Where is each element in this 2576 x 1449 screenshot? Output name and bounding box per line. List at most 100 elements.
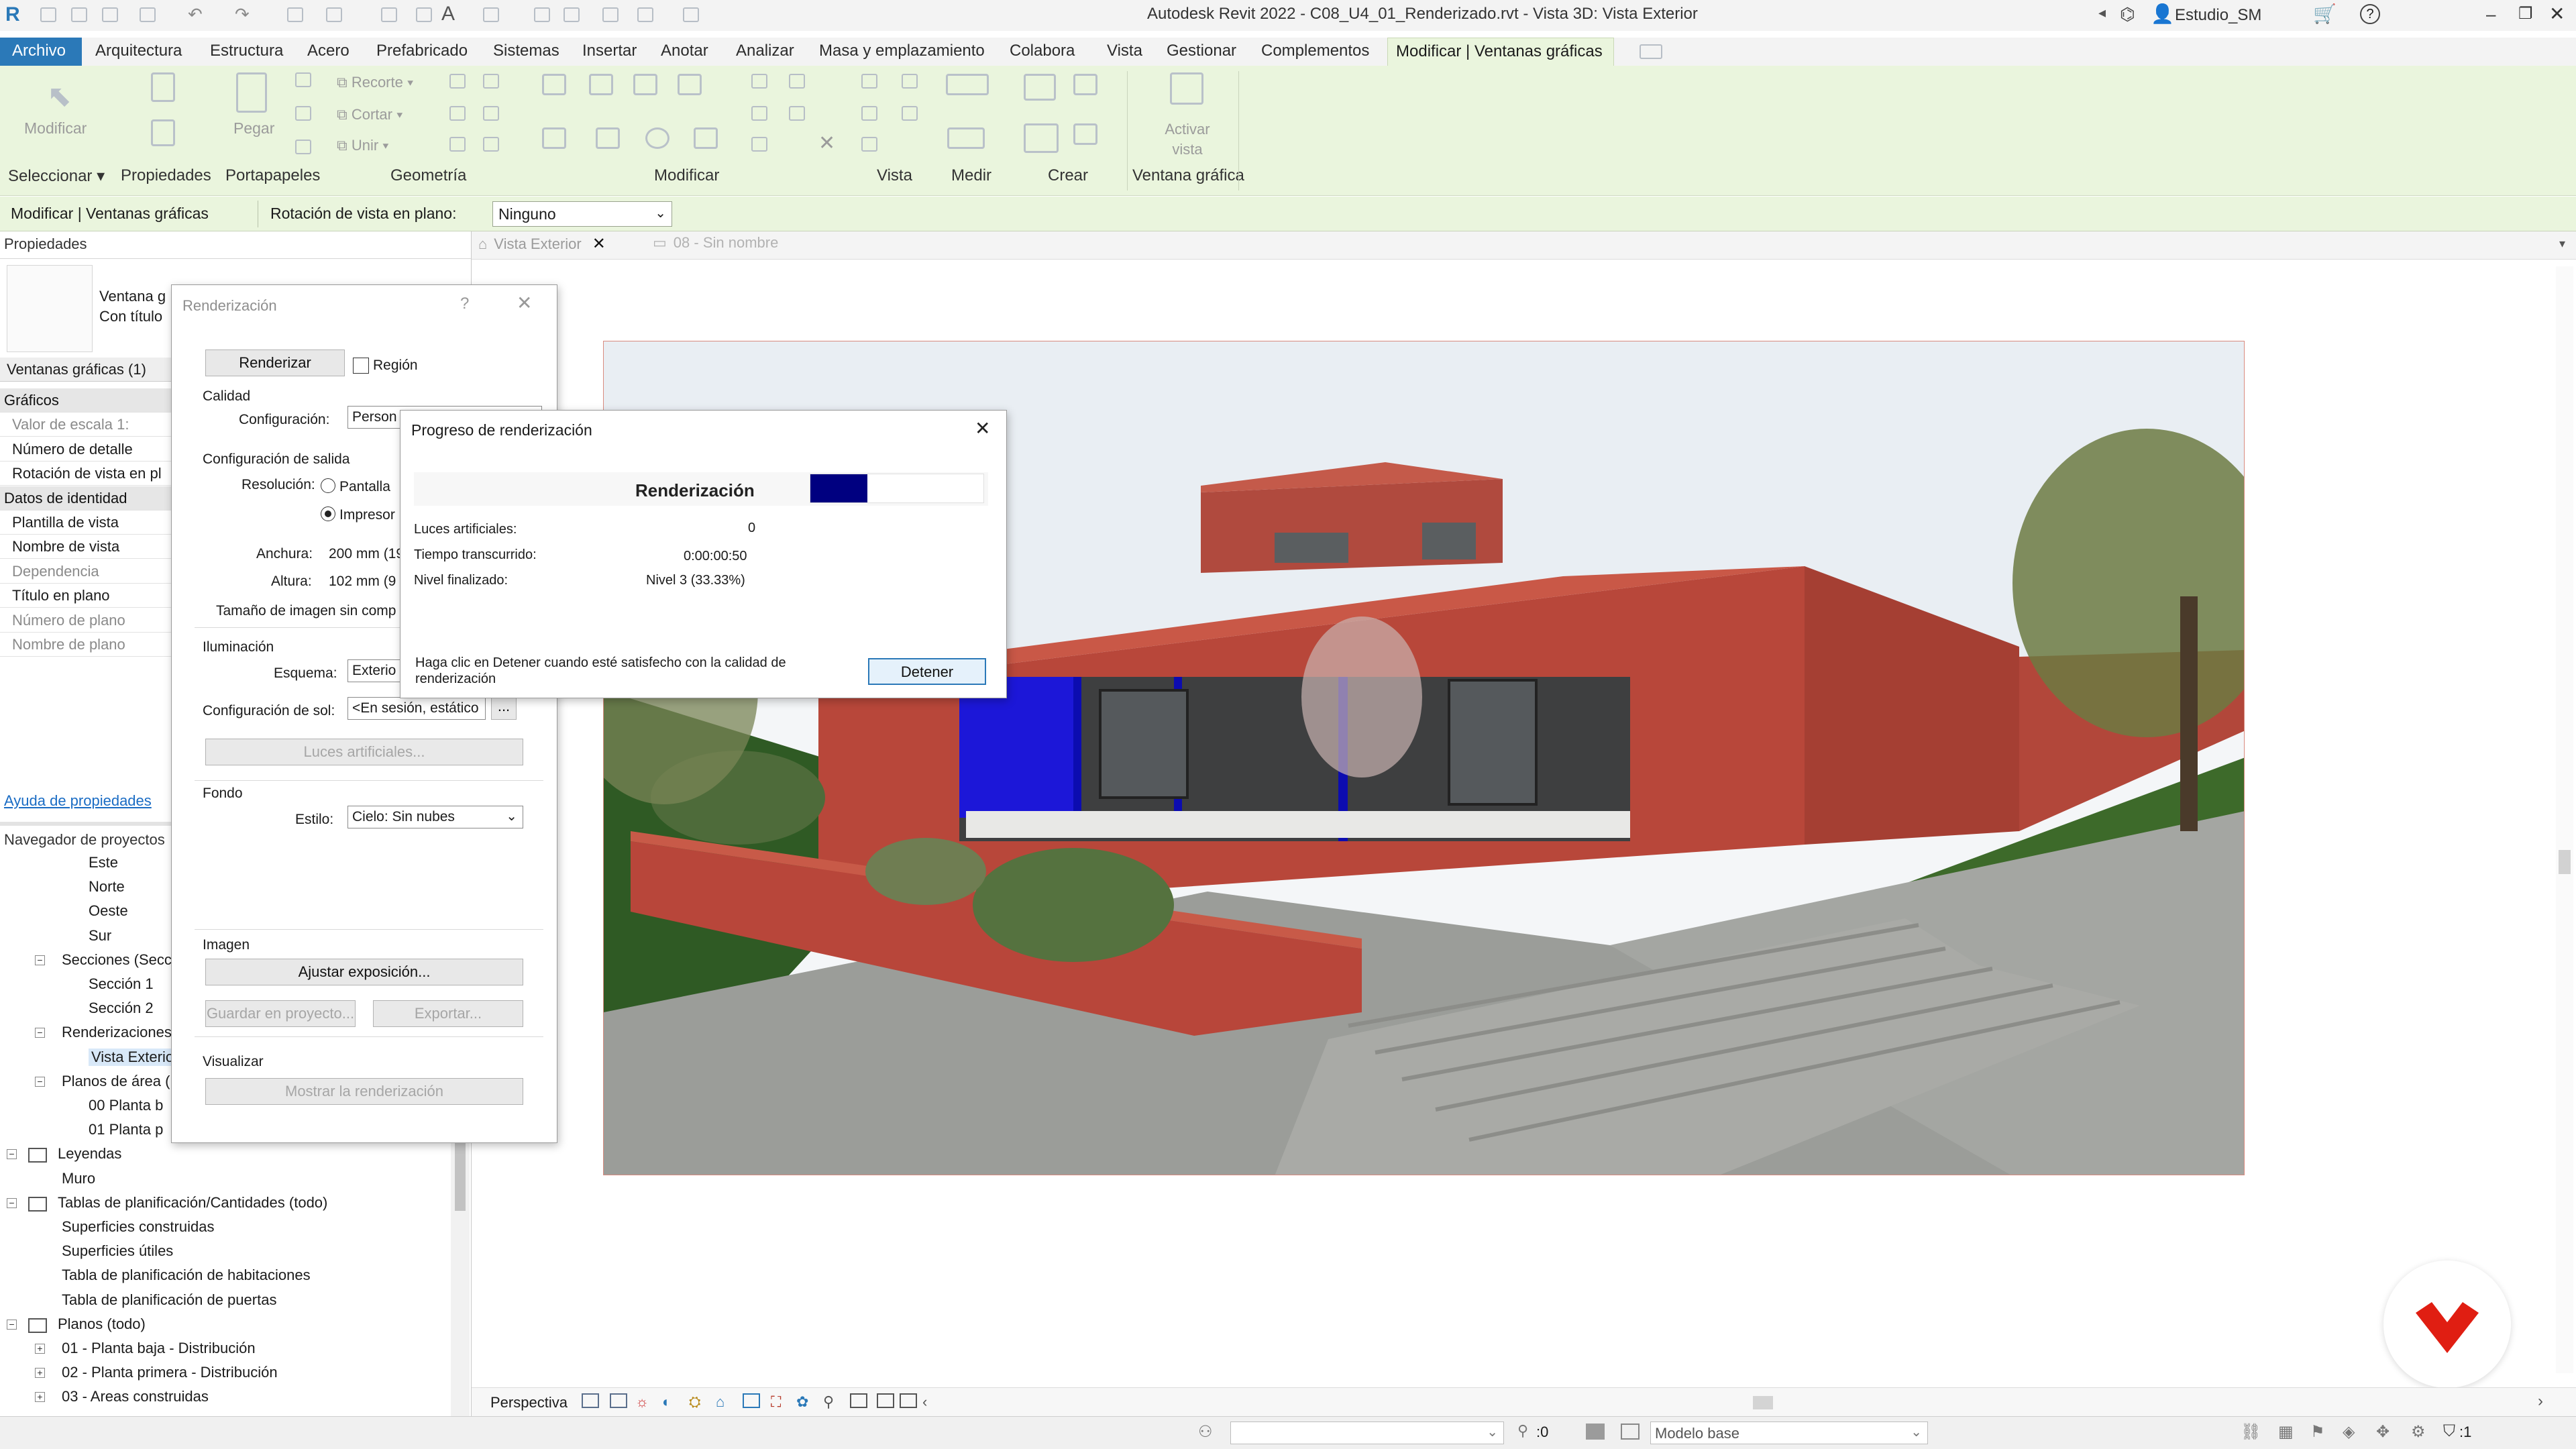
cart-icon[interactable]: 🛒	[2313, 3, 2337, 25]
tab-analizar[interactable]: Analizar	[736, 42, 794, 60]
save-icon[interactable]	[102, 7, 118, 22]
3d-view-icon[interactable]	[483, 7, 499, 22]
rotate-icon[interactable]	[645, 127, 669, 149]
render-dialog-icon[interactable]: ⛭	[689, 1393, 701, 1411]
geometry-tool-3-icon[interactable]	[449, 106, 466, 121]
geometry-tool-4-icon[interactable]	[483, 106, 499, 121]
tab-archivo[interactable]: Archivo	[0, 38, 82, 66]
split-icon[interactable]	[751, 74, 767, 89]
constraints-icon[interactable]	[877, 1393, 894, 1408]
property-row[interactable]: Título en plano	[0, 584, 173, 608]
open-folder-icon[interactable]	[71, 7, 87, 22]
text-icon[interactable]: A	[441, 3, 455, 25]
browser-item[interactable]: Sección 2	[89, 1000, 154, 1017]
tab-colabora[interactable]: Colabora	[1010, 42, 1075, 60]
worksets-icon[interactable]: ⚇	[1198, 1422, 1213, 1442]
collapse-icon[interactable]: −	[7, 1149, 17, 1160]
view-hscroll-thumb[interactable]	[1753, 1396, 1773, 1409]
view-mode-label[interactable]: Perspectiva	[490, 1394, 568, 1411]
join-button[interactable]: ⧉ Unir ▾	[337, 137, 389, 154]
help-icon[interactable]: ?	[2360, 4, 2380, 24]
editable-only-icon[interactable]: ⚲	[1517, 1422, 1528, 1440]
expand-icon[interactable]: +	[35, 1344, 45, 1354]
sun-select[interactable]: <En sesión, estático	[347, 697, 486, 720]
collapse-icon[interactable]: −	[35, 1028, 45, 1038]
revit-logo-icon[interactable]: R	[5, 4, 25, 25]
adjust-exposure-button[interactable]: Ajustar exposición...	[205, 959, 523, 985]
create-similar-icon[interactable]	[1073, 123, 1097, 145]
geometry-tool-6-icon[interactable]	[483, 137, 499, 152]
redo-icon[interactable]: ↷	[235, 4, 250, 25]
trim-icon[interactable]	[694, 127, 718, 149]
print-icon[interactable]	[287, 7, 303, 22]
temp-hide-icon[interactable]: ⛶	[771, 1393, 781, 1411]
select-links-icon[interactable]: ⛓	[2241, 1422, 2261, 1442]
type-name-line2[interactable]: Con título	[99, 308, 162, 325]
browser-item[interactable]: Oeste	[89, 902, 128, 920]
lock-view-icon[interactable]: ⌂	[716, 1393, 724, 1411]
tab-prefabricado[interactable]: Prefabricado	[376, 42, 468, 60]
collapse-icon[interactable]: −	[7, 1319, 17, 1330]
background-process-icon[interactable]: ⚙	[2411, 1422, 2426, 1442]
reveal-hidden-icon[interactable]: ✿	[796, 1393, 808, 1411]
browser-item[interactable]: 03 - Areas construidas	[62, 1388, 209, 1405]
switch-windows-icon[interactable]	[637, 7, 653, 22]
ribbon-toggle-icon[interactable]	[1640, 44, 1662, 59]
detail-level-icon[interactable]	[582, 1393, 599, 1408]
offset-icon[interactable]	[589, 74, 613, 95]
view-vscroll[interactable]	[2556, 266, 2573, 1373]
browser-item[interactable]: Muro	[62, 1170, 95, 1187]
binoculars-icon[interactable]: ⌬	[2120, 4, 2135, 25]
select-pinned-icon[interactable]: ⚑	[2310, 1422, 2325, 1442]
close-tab-icon[interactable]: ✕	[592, 235, 606, 253]
browser-item[interactable]: 02 - Planta primera - Distribución	[62, 1364, 278, 1381]
user-icon[interactable]: 👤	[2151, 3, 2174, 25]
geometry-tool-2-icon[interactable]	[483, 74, 499, 89]
view-tool-3-icon[interactable]	[861, 106, 877, 121]
browser-item[interactable]: Tabla de planificación de habitaciones	[62, 1267, 311, 1284]
highlight-icon[interactable]	[850, 1393, 867, 1408]
design-options-icon[interactable]	[1586, 1424, 1605, 1440]
stop-button[interactable]: Detener	[868, 658, 986, 685]
browser-item[interactable]: 01 Planta p	[89, 1121, 163, 1138]
type-name-line1[interactable]: Ventana g	[99, 288, 166, 305]
tab-sin-nombre[interactable]: ▭ 08 - Sin nombre	[653, 234, 778, 252]
type-properties-icon[interactable]	[151, 119, 175, 146]
thin-lines-icon[interactable]	[564, 7, 580, 22]
property-row[interactable]: Dependencia	[0, 559, 173, 584]
show-render-button[interactable]: Mostrar la renderización	[205, 1078, 523, 1105]
move-icon[interactable]	[542, 127, 566, 149]
properties-icon[interactable]	[151, 72, 175, 102]
collapse-icon[interactable]: −	[35, 955, 45, 965]
browser-item[interactable]: Renderizaciones	[62, 1024, 172, 1041]
property-row[interactable]: Rotación de vista en pl	[0, 462, 173, 486]
progress-close-icon[interactable]: ✕	[975, 417, 990, 439]
browser-item[interactable]: 01 - Planta baja - Distribución	[62, 1340, 256, 1357]
view-tool-4-icon[interactable]	[902, 106, 918, 121]
array-icon[interactable]	[751, 106, 767, 121]
copy-element-icon[interactable]	[596, 127, 620, 149]
browser-item[interactable]: Planos (todo)	[58, 1316, 146, 1333]
property-row[interactable]: Número de detalle	[0, 437, 173, 462]
tab-vista-exterior[interactable]: ⌂ Vista Exterior ✕	[478, 234, 606, 258]
sun-more-button[interactable]: ...	[491, 697, 517, 720]
tab-vista[interactable]: Vista	[1107, 42, 1142, 60]
render-help-icon[interactable]: ?	[460, 294, 469, 313]
scroll-right-icon[interactable]: ›	[2538, 1392, 2543, 1411]
user-name[interactable]: Estudio_SM	[2175, 6, 2261, 25]
tab-anotar[interactable]: Anotar	[661, 42, 708, 60]
close-hidden-icon[interactable]	[602, 7, 619, 22]
customize-qat-icon[interactable]	[683, 7, 699, 22]
collapse-icon[interactable]: −	[35, 1076, 45, 1087]
browser-item[interactable]: 00 Planta b	[89, 1097, 163, 1114]
browser-item[interactable]: Tabla de planificación de puertas	[62, 1291, 276, 1309]
browser-item[interactable]: Secciones (Secc	[62, 951, 172, 969]
browser-item[interactable]: Superficies construidas	[62, 1218, 214, 1236]
tab-list-icon[interactable]: ▾	[2559, 237, 2565, 251]
region-checkbox[interactable]	[353, 358, 369, 374]
cope-button[interactable]: ⧉ Recorte ▾	[337, 74, 413, 91]
sync-icon[interactable]	[140, 7, 156, 22]
browser-item[interactable]: Sur	[89, 927, 111, 945]
drag-elements-icon[interactable]: ✥	[2376, 1422, 2390, 1442]
paste-icon[interactable]	[236, 72, 267, 113]
